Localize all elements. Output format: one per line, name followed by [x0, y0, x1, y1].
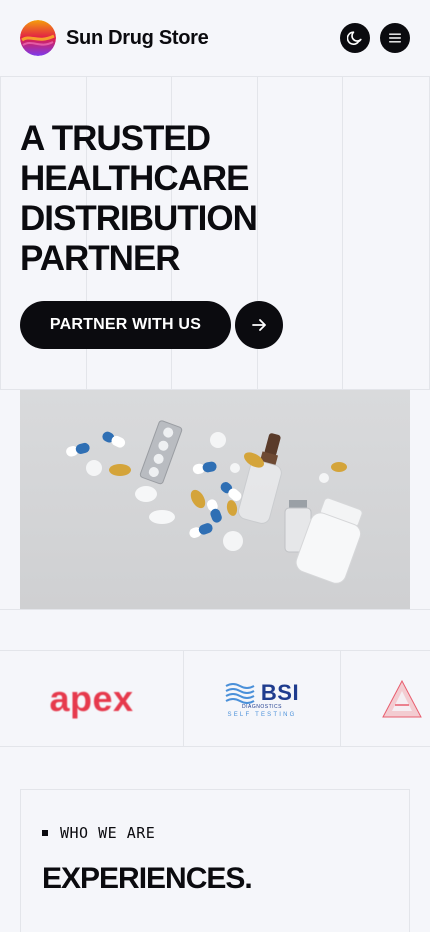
bsi-logo-subtext: DIAGNOSTICS — [242, 704, 282, 710]
bullet-square-icon — [42, 830, 48, 836]
partner-with-us-label: PARTNER WITH US — [49, 316, 202, 333]
hero-image — [20, 390, 410, 609]
brand-logo-icon[interactable] — [20, 20, 56, 56]
section-kicker: WHO WE ARE — [42, 824, 155, 842]
hamburger-menu-icon — [389, 33, 401, 43]
bsi-waves-icon — [225, 683, 255, 704]
hero-title: A TRUSTED HEALTHCARE DISTRIBUTION PARTNE… — [20, 119, 258, 278]
apex-logo-text: apex — [49, 678, 134, 719]
brand-name[interactable]: Sun Drug Store — [66, 27, 209, 50]
partner-logo-apex[interactable]: apex — [0, 651, 184, 747]
hero-section: A TRUSTED HEALTHCARE DISTRIBUTION PARTNE… — [0, 77, 430, 390]
partner-logo-third[interactable] — [341, 651, 430, 747]
triangle-a-logo-icon — [382, 679, 422, 718]
partner-logos-strip: apex BSI DIAGNOSTICS SELF TESTING — [0, 650, 430, 747]
header-actions — [340, 23, 410, 53]
medicine-illustration — [66, 420, 363, 584]
bsi-logo-tagline: SELF TESTING — [227, 712, 297, 718]
partner-with-us-button[interactable]: PARTNER WITH US — [20, 301, 231, 349]
section-heading: EXPERIENCES. — [42, 862, 253, 895]
divider — [0, 609, 430, 610]
page: Sun Drug Store A TRUSTED HEALTHCARE DIST… — [0, 0, 430, 932]
menu-button[interactable] — [380, 23, 410, 53]
moon-icon — [347, 31, 362, 45]
theme-toggle-button[interactable] — [340, 23, 370, 53]
bsi-logo-text: BSI — [260, 680, 300, 705]
section-kicker-label: WHO WE ARE — [60, 824, 156, 842]
site-header: Sun Drug Store — [0, 0, 430, 77]
who-we-are-section: WHO WE ARE EXPERIENCES. — [20, 789, 410, 932]
cta-arrow-button[interactable] — [235, 301, 283, 349]
partner-logo-bsi[interactable]: BSI DIAGNOSTICS SELF TESTING — [184, 651, 341, 747]
arrow-right-icon — [252, 319, 266, 331]
